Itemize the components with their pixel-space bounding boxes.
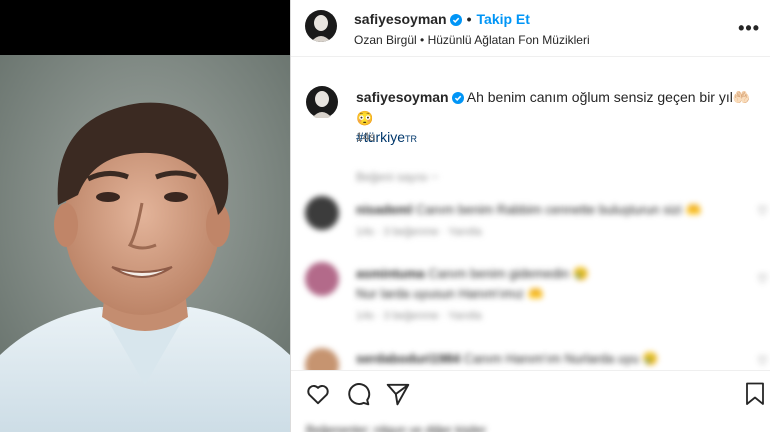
commenter-username[interactable]: nisademl <box>356 202 412 217</box>
follow-button[interactable]: Takip Et <box>477 11 530 27</box>
post-details-panel: safiyesoyman • Takip Et Ozan Birgül • Hüzü… <box>291 0 770 432</box>
save-bookmark-icon[interactable] <box>743 381 770 409</box>
commenter-avatar[interactable] <box>305 262 339 296</box>
comment-meta[interactable]: 14s · 3 beğenme · Yanıtla <box>356 310 482 322</box>
commenter-username[interactable]: asmintuma <box>356 266 425 281</box>
comment-text: Canım benim gidemedin 😢 <box>428 266 589 281</box>
caption-author-avatar[interactable] <box>305 85 339 119</box>
author-line: safiyesoyman • Takip Et <box>354 11 530 29</box>
comment-meta[interactable]: 14s · 3 beğenme · Yanıtla <box>356 226 482 238</box>
post-media-panel <box>0 0 290 432</box>
comment-like-icon[interactable]: ♡ <box>757 354 768 368</box>
caption-verified-badge-icon <box>451 90 464 109</box>
commenter-username[interactable]: serdaboduri1984 <box>356 351 460 366</box>
comment-text: Canım Hanım'ım Nurlarda uyu 😢 <box>463 351 659 366</box>
comment-like-icon[interactable]: ♡ <box>757 204 768 218</box>
post-actions-bar: Beğenenler: nilgun ve diğer kişiler <box>291 370 770 432</box>
caption-timestamp: 14s <box>356 130 376 144</box>
comment-bubble-icon[interactable] <box>345 381 373 409</box>
comment-like-icon[interactable]: ♡ <box>757 272 768 286</box>
share-paper-plane-icon[interactable] <box>385 381 413 409</box>
caption-username[interactable]: safiyesoyman <box>356 89 449 105</box>
author-avatar[interactable] <box>305 10 337 42</box>
verified-badge-icon <box>449 13 462 29</box>
author-username[interactable]: safiyesoyman <box>354 11 447 27</box>
more-options-icon[interactable]: ••• <box>738 18 760 39</box>
post-photo <box>0 55 290 432</box>
comment-text-line2: Nur larda uyusun Hanım'ımız 🤲 <box>356 286 544 301</box>
likes-summary[interactable]: Beğenenler: nilgun ve diğer kişiler <box>306 423 486 432</box>
post-caption: safiyesoyman Ah benim canım oğlum sensiz… <box>356 88 761 149</box>
audio-label[interactable]: Ozan Birgül • Hüzünlü Ağlatan Fon Müzikl… <box>354 33 590 47</box>
post-header: safiyesoyman • Takip Et Ozan Birgül • Hüzü… <box>291 0 770 57</box>
comment-text: Canım benim Rabbim cennette buluşturun s… <box>415 202 702 217</box>
comments-list: Beğeni sayısı ~ nisademl Canım benim Rab… <box>291 160 770 370</box>
commenter-avatar[interactable] <box>305 196 339 230</box>
like-heart-icon[interactable] <box>305 381 333 409</box>
header-separator: • <box>466 11 472 27</box>
commenter-avatar[interactable] <box>305 348 339 370</box>
portrait-image <box>0 55 290 432</box>
